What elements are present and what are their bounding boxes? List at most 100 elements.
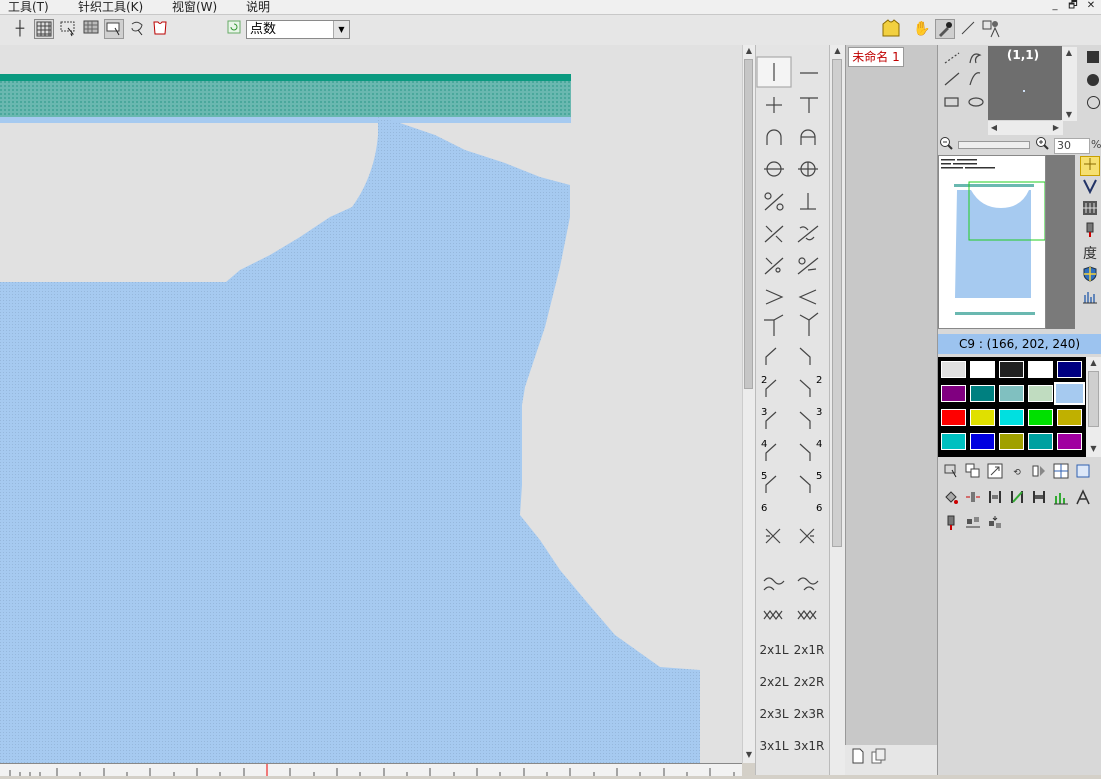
color-swatch[interactable] [1028, 385, 1053, 402]
minimize-button[interactable]: _ [1047, 0, 1063, 12]
person-tool-icon[interactable] [981, 19, 1001, 39]
chart-icon[interactable] [1080, 200, 1100, 220]
color-swatch[interactable] [970, 385, 995, 402]
line-tool-icon[interactable] [958, 19, 978, 39]
pin-tool-icon[interactable] [941, 515, 961, 535]
color-swatch[interactable] [1028, 433, 1053, 450]
fill-circle-icon[interactable] [1087, 74, 1099, 86]
color-swatch[interactable] [1028, 361, 1053, 378]
crosshair-tool-icon[interactable]: ┼ [10, 19, 30, 39]
scroll-thumb[interactable] [832, 59, 842, 547]
swatch-scrollbar[interactable]: ▲ ▼ [1086, 357, 1101, 457]
scroll-down-icon[interactable]: ▼ [1086, 443, 1101, 455]
copy-document-icon[interactable] [869, 748, 889, 768]
text-tool-icon[interactable] [1073, 489, 1093, 509]
scroll-down-icon[interactable]: ▼ [1061, 109, 1077, 121]
shield-icon[interactable] [1080, 266, 1100, 286]
degree-label[interactable]: 度 [1080, 244, 1100, 264]
scroll-down-icon[interactable]: ▼ [743, 749, 755, 761]
pin-icon[interactable] [1080, 222, 1100, 242]
select-region-icon[interactable] [58, 19, 78, 39]
color-swatch-selected[interactable] [1054, 382, 1085, 405]
stitch-2x1l[interactable]: 2x1L [758, 636, 790, 664]
scroll-left-icon[interactable]: ◀ [988, 122, 1000, 134]
stitch-2x3r[interactable]: 2x3R [793, 700, 825, 728]
zoom-slider[interactable] [958, 141, 1030, 149]
color-swatch[interactable] [970, 409, 995, 426]
hand-pan-icon[interactable]: ✋ [912, 19, 932, 39]
select-arrow-icon[interactable] [104, 19, 124, 39]
mode-select[interactable]: 点数 ▼ [246, 20, 350, 39]
scroll-up-icon[interactable]: ▲ [1061, 47, 1077, 59]
stitch-2x2r[interactable]: 2x2R [793, 668, 825, 696]
center-icon[interactable] [1051, 463, 1071, 483]
close-button[interactable]: ✕ [1083, 0, 1099, 12]
frame-icon[interactable] [1073, 463, 1093, 483]
rotate-360-icon[interactable]: ⟲ [1007, 463, 1027, 483]
menu-knit-tools[interactable]: 针织工具(K) [78, 0, 143, 15]
bars-icon[interactable] [1080, 288, 1100, 308]
scroll-thumb[interactable] [1088, 371, 1099, 427]
fill-square-icon[interactable] [1087, 51, 1099, 63]
grid-view-icon[interactable] [1080, 156, 1100, 176]
color-swatch[interactable] [970, 361, 995, 378]
chevron-down-icon[interactable]: ▼ [333, 21, 349, 38]
preview-hscrollbar[interactable]: ◀ ▶ [988, 121, 1063, 135]
select-rect-icon[interactable] [941, 463, 961, 483]
column-paint-icon[interactable] [1007, 489, 1027, 509]
align-left-icon[interactable] [963, 515, 983, 535]
color-swatch[interactable] [941, 385, 966, 402]
thumbnail-navigator[interactable] [938, 155, 1046, 329]
color-swatch[interactable] [941, 361, 966, 378]
garment-view-icon[interactable] [881, 18, 901, 38]
mirror-icon[interactable] [1029, 463, 1049, 483]
color-swatch[interactable] [1028, 409, 1053, 426]
color-swatch[interactable] [999, 385, 1024, 402]
outline-circle-icon[interactable] [1087, 96, 1100, 109]
color-swatch[interactable] [1057, 433, 1082, 450]
scroll-up-icon[interactable]: ▲ [1086, 357, 1101, 369]
zoom-in-icon[interactable] [1034, 136, 1050, 156]
scroll-thumb[interactable] [744, 59, 753, 389]
canvas-vertical-scrollbar[interactable]: ▲ ▼ [742, 45, 755, 763]
color-swatch[interactable] [999, 433, 1024, 450]
document-tab[interactable]: 未命名 1 [848, 47, 904, 67]
stitch-2x2l[interactable]: 2x2L [758, 668, 790, 696]
chart-bars-icon[interactable] [1051, 489, 1071, 509]
color-swatch[interactable] [1057, 361, 1082, 378]
column-bar-icon[interactable] [1029, 489, 1049, 509]
resize-icon[interactable] [985, 463, 1005, 483]
garment-drawing[interactable] [0, 45, 742, 763]
palette-scrollbar[interactable]: ▲ [829, 45, 845, 775]
scroll-up-icon[interactable]: ▲ [743, 45, 755, 57]
menu-help[interactable]: 说明 [246, 0, 270, 15]
stitch-3x1r[interactable]: 3x1R [793, 732, 825, 760]
color-swatch[interactable] [941, 409, 966, 426]
align-down-icon[interactable] [985, 515, 1005, 535]
new-document-icon[interactable] [848, 748, 868, 768]
zoom-value-field[interactable]: 30 [1054, 138, 1090, 154]
copy-shape-icon[interactable] [963, 463, 983, 483]
color-swatch[interactable] [1057, 409, 1082, 426]
stitch-2x3l[interactable]: 2x3L [758, 700, 790, 728]
refresh-icon[interactable] [224, 19, 244, 39]
move-horizontal-icon[interactable] [963, 489, 983, 509]
color-swatch[interactable] [941, 433, 966, 450]
grid-toggle-icon[interactable] [34, 19, 54, 39]
color-swatch[interactable] [999, 361, 1024, 378]
knit-canvas[interactable] [0, 45, 742, 763]
lasso-icon[interactable] [127, 19, 147, 39]
preview-scrollbar[interactable]: ▲ ▼ [1061, 47, 1077, 121]
color-swatch[interactable] [999, 409, 1024, 426]
draw-tools[interactable] [940, 47, 988, 119]
scroll-right-icon[interactable]: ▶ [1050, 122, 1062, 134]
menu-tools[interactable]: 工具(T) [8, 0, 49, 15]
scroll-up-icon[interactable]: ▲ [830, 45, 845, 57]
garment-shape-icon[interactable] [150, 19, 170, 39]
eyedropper-icon[interactable] [935, 19, 955, 39]
stitch-3x1l[interactable]: 3x1L [758, 732, 790, 760]
menu-window[interactable]: 视窗(W) [172, 0, 217, 15]
v-neck-icon[interactable] [1080, 178, 1100, 198]
restore-button[interactable]: 🗗 [1065, 0, 1081, 12]
pattern-fill-icon[interactable] [81, 19, 101, 39]
